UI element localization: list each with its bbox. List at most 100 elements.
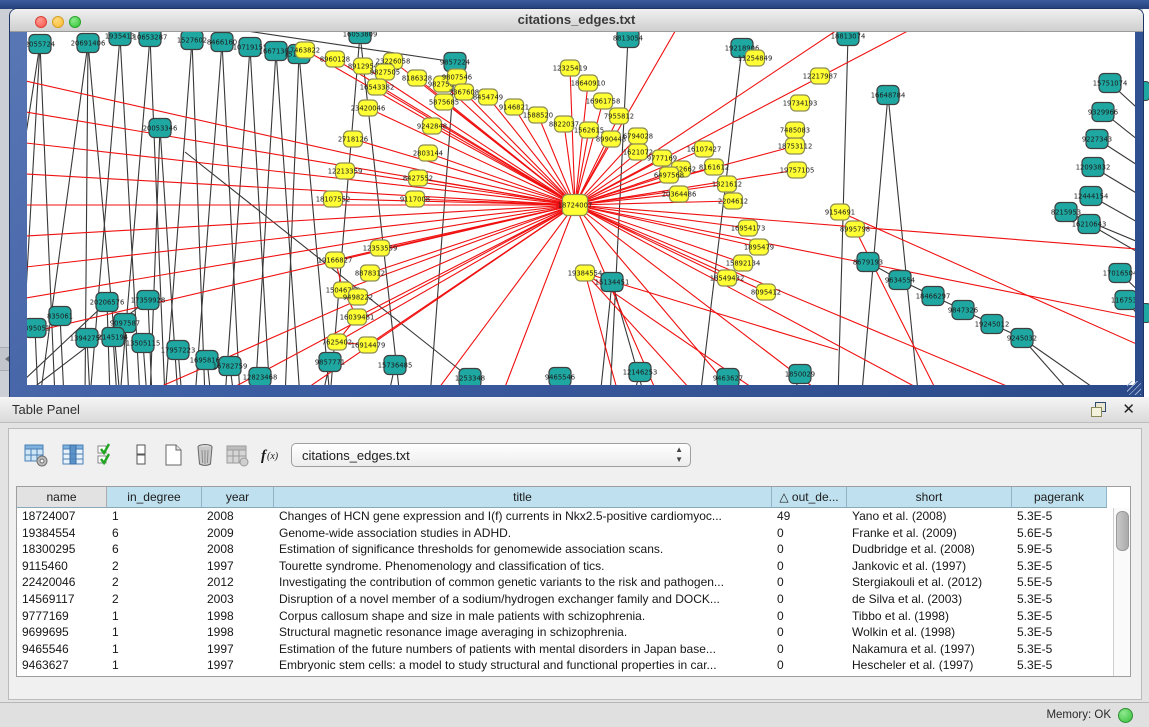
network-node[interactable]: 18753112 [778, 138, 813, 154]
split-view-button[interactable] [126, 441, 156, 471]
column-header-short[interactable]: short [847, 487, 1012, 508]
window-titlebar[interactable]: citations_edges.txt [10, 9, 1143, 32]
table-row[interactable]: 2242004622012Investigating the contribut… [17, 574, 1113, 591]
function-builder-button[interactable]: f (x) [256, 441, 286, 471]
network-node[interactable]: 1850029 [785, 365, 815, 384]
column-header-out_de[interactable]: △ out_de... [772, 487, 847, 508]
table-row[interactable]: 1938455462009Genome-wide association stu… [17, 525, 1113, 542]
svg-text:9146821: 9146821 [499, 103, 529, 111]
table-row[interactable]: 969969511998Structural magnetic resonanc… [17, 624, 1113, 641]
network-node[interactable]: 8878312 [355, 265, 385, 281]
network-node[interactable]: 12823468 [243, 368, 278, 386]
network-node[interactable]: 20206576 [90, 293, 125, 312]
network-node[interactable]: 12146253 [623, 363, 658, 382]
network-node[interactable]: 16961758 [586, 93, 621, 109]
table-mode-button[interactable] [21, 441, 51, 471]
network-node[interactable]: 8960128 [320, 51, 350, 67]
network-node[interactable]: 1253348 [455, 369, 485, 386]
network-node[interactable]: 9634554 [885, 271, 915, 290]
network-node[interactable]: 19757105 [780, 162, 815, 178]
network-node[interactable]: 12213359 [328, 163, 363, 179]
table-row[interactable]: 1872400712008Changes of HCN gene express… [17, 508, 1113, 525]
resize-grip[interactable] [1127, 381, 1141, 395]
network-node[interactable]: 9465546 [545, 368, 575, 386]
column-header-name[interactable]: name [17, 487, 107, 508]
svg-text:1145194: 1145194 [98, 333, 128, 341]
network-node[interactable]: 1321612 [712, 176, 742, 192]
import-table-button[interactable] [222, 441, 252, 471]
network-node[interactable]: 19245012 [975, 315, 1010, 334]
network-node[interactable]: 10653287 [133, 31, 168, 47]
table-row[interactable]: 911546021997Tourette syndrome. Phenomeno… [17, 558, 1113, 575]
network-node[interactable]: 1167533 [1111, 291, 1135, 310]
network-node[interactable]: 15751074 [1093, 74, 1128, 93]
network-canvas[interactable]: 2055724206914061935413106532871527602846… [27, 31, 1135, 385]
network-node[interactable]: 12325419 [553, 60, 588, 76]
network-node[interactable]: 20364486 [662, 186, 697, 202]
scrollbar-thumb[interactable] [1116, 511, 1129, 551]
table-row[interactable]: 1830029562008Estimation of significance … [17, 541, 1113, 558]
network-node[interactable]: 16648784 [871, 86, 906, 105]
network-node[interactable]: 9847326 [948, 301, 978, 320]
network-node[interactable]: 8215953 [1051, 203, 1081, 222]
column-header-year[interactable]: year [202, 487, 274, 508]
network-node[interactable]: 2055724 [27, 35, 55, 54]
table-row[interactable]: 1456911722003Disruption of a novel membe… [17, 591, 1113, 608]
network-node[interactable]: 9227343 [1082, 130, 1112, 149]
network-graph[interactable]: 2055724206914061935413106532871527602846… [27, 31, 1135, 385]
column-header-title[interactable]: title [274, 487, 772, 508]
network-node[interactable]: 1935413 [105, 31, 135, 46]
network-node[interactable]: 2718126 [338, 131, 368, 147]
network-node[interactable]: 9245032 [1007, 329, 1037, 348]
network-node[interactable]: 6794028 [623, 128, 653, 144]
column-header-pagerank[interactable]: pagerank [1012, 487, 1107, 508]
network-node[interactable]: 1527602 [177, 31, 207, 50]
network-node[interactable]: 1895479 [744, 239, 774, 255]
network-node[interactable]: 16914479 [351, 337, 386, 353]
network-node[interactable]: 1145194 [98, 328, 128, 347]
panel-splitter-handle[interactable] [0, 347, 10, 371]
network-node[interactable]: 15736485 [378, 356, 413, 375]
network-node[interactable]: 8095412 [751, 284, 781, 300]
network-node[interactable]: 18640910 [571, 75, 606, 91]
network-node[interactable]: 1395051 [27, 319, 50, 338]
table-row[interactable]: 946362711997Embryonic stem cells: a mode… [17, 657, 1113, 674]
vertical-scrollbar[interactable] [1113, 508, 1130, 676]
svg-text:16954173: 16954173 [731, 224, 766, 232]
row-select-button[interactable] [93, 441, 123, 471]
column-header-in_degree[interactable]: in_degree [107, 487, 202, 508]
network-node[interactable]: 18724007 [558, 195, 593, 216]
svg-text:1253348: 1253348 [455, 374, 485, 382]
network-node[interactable]: 19734193 [783, 95, 818, 111]
network-node[interactable]: 7485083 [780, 122, 810, 138]
network-node[interactable]: 835061 [47, 307, 73, 326]
network-node[interactable]: 19166827 [318, 252, 353, 268]
table-selector-dropdown[interactable]: citations_edges.txt ▲▼ [291, 443, 691, 467]
network-node[interactable]: 18813074 [831, 31, 866, 46]
table-row[interactable]: 977716911998Corpus callosum shape and si… [17, 608, 1113, 625]
table-row[interactable]: 946554611997Estimation of the future num… [17, 641, 1113, 658]
network-node[interactable]: 9154691 [825, 204, 855, 220]
network-node[interactable]: 18466297 [916, 287, 951, 306]
network-node[interactable]: 2204612 [718, 193, 748, 209]
network-node[interactable]: 8161612 [699, 159, 729, 175]
network-node[interactable]: 8679193 [853, 253, 883, 272]
delete-column-button[interactable] [190, 441, 220, 471]
network-node[interactable]: 15892134 [726, 255, 761, 271]
network-node[interactable]: 16039481 [340, 309, 375, 325]
network-node[interactable]: 9463627 [713, 369, 743, 386]
float-window-icon[interactable] [1091, 402, 1107, 417]
network-node[interactable]: 9329966 [1088, 103, 1118, 122]
network-node[interactable]: 20691406 [71, 34, 106, 53]
network-node[interactable]: 9857771 [315, 353, 345, 372]
network-node[interactable]: 16954173 [731, 220, 766, 236]
memory-status-indicator[interactable] [1118, 708, 1133, 723]
new-column-button[interactable] [158, 441, 188, 471]
network-node[interactable]: 16053809 [343, 31, 378, 44]
network-node[interactable]: 20053346 [143, 119, 178, 138]
column-visibility-button[interactable] [58, 441, 88, 471]
network-node[interactable]: 8813054 [613, 31, 643, 48]
network-node[interactable]: 13505115 [126, 334, 161, 353]
close-icon[interactable]: ✕ [1122, 400, 1135, 418]
network-node[interactable]: 17016504 [1103, 264, 1135, 283]
